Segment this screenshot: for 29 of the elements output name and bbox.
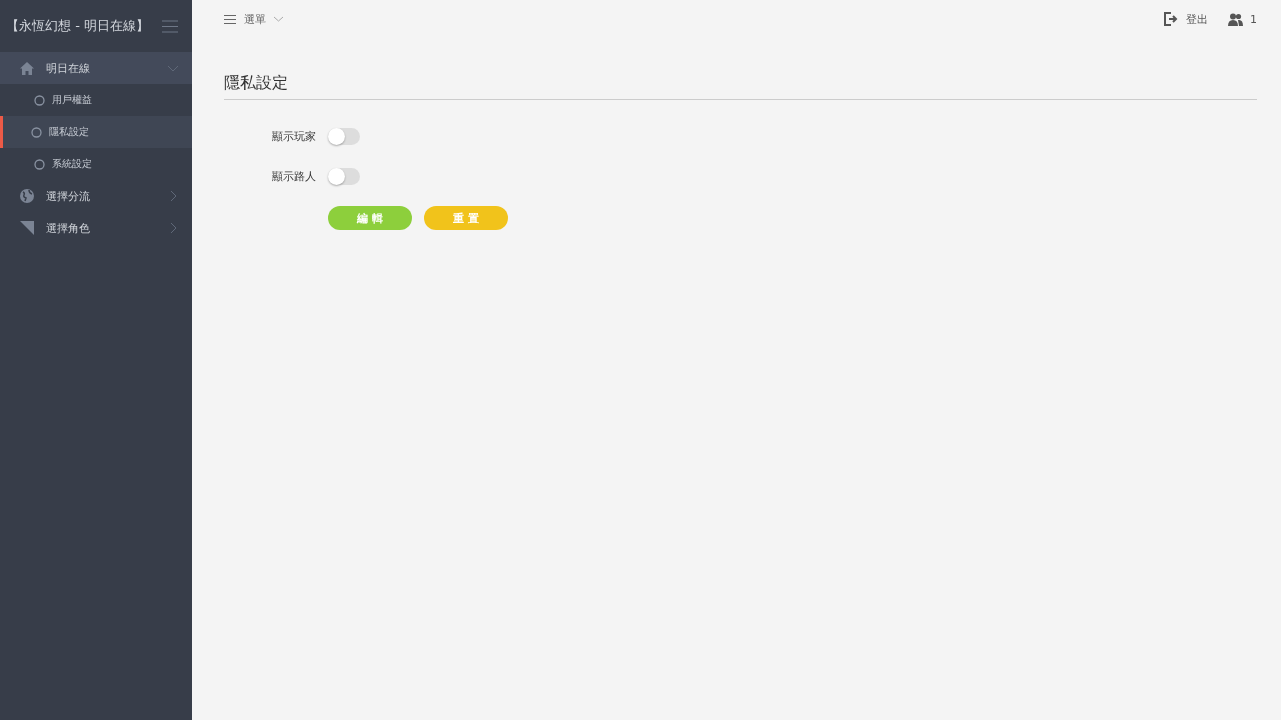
menu-group[interactable]: 選擇角色 — [0, 212, 192, 244]
menu-dropdown[interactable]: 選單 — [224, 11, 283, 27]
logout-link[interactable]: 登出 — [1164, 11, 1208, 27]
chevron-icon — [274, 16, 283, 22]
menu-group[interactable]: 選擇分流 — [0, 180, 192, 212]
chevron-icon — [168, 223, 178, 233]
circle-icon — [34, 158, 45, 170]
users-button[interactable]: 1 — [1228, 11, 1257, 27]
home-icon — [20, 61, 34, 75]
menu-item[interactable]: 系統設定 — [0, 148, 192, 180]
chevron-icon — [168, 191, 178, 201]
menu-item[interactable]: 隱私設定 — [0, 116, 192, 148]
page-title: 隱私設定 — [224, 73, 1257, 100]
field-label: 顯示玩家 — [271, 128, 316, 144]
menu-item[interactable]: 用戶權益 — [0, 84, 192, 116]
field-label: 顯示路人 — [271, 168, 316, 184]
menu-icon — [224, 14, 236, 24]
menu-icon[interactable] — [162, 19, 178, 33]
logout-icon — [1164, 12, 1179, 26]
users-icon — [1228, 12, 1243, 26]
toggle-switch[interactable] — [328, 127, 360, 145]
triangle-icon — [20, 221, 34, 235]
globe-icon — [20, 189, 34, 203]
toggle-switch[interactable] — [328, 167, 360, 185]
menu-group[interactable]: 明日在線 — [0, 52, 192, 84]
circle-icon — [31, 126, 42, 138]
circle-icon — [34, 94, 45, 106]
chevron-icon — [168, 63, 178, 73]
app-title: 【永恆幻想 - 明日在線】 — [6, 17, 149, 35]
